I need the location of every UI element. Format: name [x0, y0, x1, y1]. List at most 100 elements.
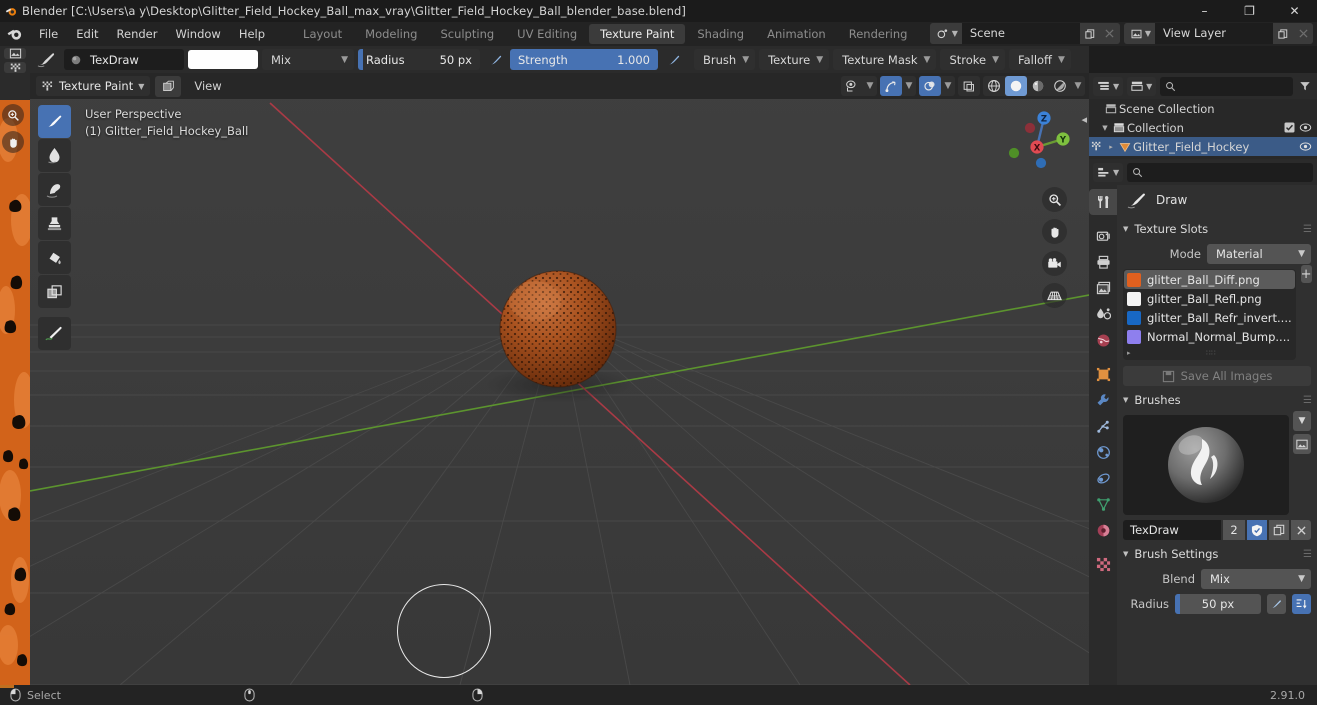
- gizmo-chevron-down-icon[interactable]: ▼: [902, 76, 916, 96]
- collapse-triangle-icon[interactable]: ▼: [1123, 225, 1128, 233]
- properties-tab-view-layer[interactable]: [1089, 275, 1117, 301]
- view-layer-name[interactable]: View Layer: [1155, 23, 1273, 44]
- brush-browse-chevron-down-icon[interactable]: ▼: [1293, 411, 1311, 431]
- eye-icon[interactable]: [1297, 141, 1313, 152]
- brushes-section-header[interactable]: ▼ Brushes ☰: [1123, 389, 1312, 411]
- scene-name[interactable]: Scene: [961, 23, 1080, 44]
- hand-icon[interactable]: [1042, 219, 1067, 244]
- tool-annotate[interactable]: [38, 317, 71, 350]
- scene-browse-icon[interactable]: ▼: [929, 23, 962, 44]
- expand-triangle-icon[interactable]: ▼: [1099, 124, 1111, 132]
- paint-mask-icon[interactable]: [155, 75, 182, 97]
- save-all-images-button[interactable]: Save All Images: [1123, 366, 1311, 386]
- image-editor-canvas[interactable]: [0, 100, 30, 685]
- collection-checkbox[interactable]: [1281, 122, 1297, 133]
- brush-name-field[interactable]: TexDraw: [88, 53, 184, 67]
- xray-icon[interactable]: [958, 76, 980, 96]
- properties-tab-data[interactable]: [1089, 491, 1117, 517]
- outliner-display-mode-dropdown[interactable]: ▼: [1127, 76, 1157, 96]
- gizmo-toggle-group[interactable]: ▼: [880, 76, 916, 96]
- texture-slot-item[interactable]: Normal_Normal_Bump....: [1124, 327, 1295, 346]
- menu-render[interactable]: Render: [108, 22, 167, 46]
- menu-file[interactable]: File: [30, 22, 67, 46]
- camera-icon[interactable]: [1042, 251, 1067, 276]
- collapse-triangle-icon[interactable]: ▼: [1123, 396, 1128, 404]
- workspace-tab-shading[interactable]: Shading: [686, 24, 755, 44]
- zoom-icon[interactable]: [2, 104, 24, 126]
- minimize-button[interactable]: –: [1182, 0, 1227, 22]
- viewport-sidebar-collapse-icon[interactable]: ◂: [1081, 113, 1087, 126]
- overlays-toggle-icon[interactable]: [919, 76, 941, 96]
- texture-slot-list[interactable]: glitter_Ball_Diff.png glitter_Ball_Refl.…: [1123, 269, 1296, 360]
- maximize-button[interactable]: ❐: [1227, 0, 1272, 22]
- properties-tab-physics[interactable]: [1089, 439, 1117, 465]
- tool-fill[interactable]: [38, 241, 71, 274]
- properties-tab-texture[interactable]: [1089, 551, 1117, 577]
- brush-color-swatch[interactable]: [188, 50, 258, 69]
- delete-brush-x-icon[interactable]: [1291, 520, 1311, 540]
- close-button[interactable]: ✕: [1272, 0, 1317, 22]
- properties-editor-type-icon[interactable]: ▼: [1093, 162, 1124, 182]
- brush-name-field[interactable]: TexDraw: [1123, 520, 1221, 540]
- eye-icon[interactable]: [1297, 122, 1313, 133]
- tool-draw[interactable]: [38, 105, 71, 138]
- shading-chevron-down-icon[interactable]: ▼: [1071, 76, 1085, 96]
- brush-popover[interactable]: Brush ▼: [694, 49, 756, 70]
- strength-pressure-icon[interactable]: [662, 49, 684, 70]
- add-texture-slot-button[interactable]: +: [1300, 265, 1312, 283]
- workspace-tab-sculpting[interactable]: Sculpting: [429, 24, 505, 44]
- scene-selector[interactable]: ▼ Scene: [929, 23, 1120, 44]
- image-editor-type-icon[interactable]: [4, 48, 26, 59]
- scene-remove-button[interactable]: [1099, 23, 1120, 44]
- duplicate-brush-copy-icon[interactable]: [1269, 520, 1289, 540]
- texture-popover[interactable]: Texture ▼: [759, 49, 830, 70]
- radius-pressure-icon[interactable]: [484, 49, 506, 70]
- expand-triangle-icon[interactable]: ▸: [1127, 349, 1131, 357]
- 3d-viewport[interactable]: User Perspective (1) Glitter_Field_Hocke…: [30, 73, 1089, 685]
- shading-solid-icon[interactable]: [1005, 76, 1027, 96]
- brush-radius-slider[interactable]: 50 px: [1175, 594, 1261, 614]
- radius-unit-toggle-icon[interactable]: [1292, 594, 1311, 614]
- shading-mode-group[interactable]: ▼: [983, 76, 1085, 96]
- properties-search-input[interactable]: [1127, 162, 1313, 182]
- properties-tab-scene[interactable]: [1089, 301, 1117, 327]
- menu-edit[interactable]: Edit: [67, 22, 107, 46]
- properties-tab-output[interactable]: [1089, 249, 1117, 275]
- view-layer-new-button[interactable]: [1273, 23, 1293, 44]
- strength-slider[interactable]: Strength 1.000: [510, 49, 658, 70]
- radius-slider[interactable]: Radius 50 px: [358, 49, 480, 70]
- tool-soften[interactable]: [38, 139, 71, 172]
- properties-tab-modifiers[interactable]: [1089, 387, 1117, 413]
- outliner-search-input[interactable]: [1160, 76, 1293, 96]
- xray-toggle[interactable]: [958, 76, 980, 96]
- texture-slot-item[interactable]: glitter_Ball_Refl.png: [1124, 289, 1295, 308]
- texture-slots-mode-dropdown[interactable]: Material ▼: [1207, 244, 1311, 264]
- brush-preview[interactable]: [1123, 415, 1289, 515]
- stroke-popover[interactable]: Stroke ▼: [940, 49, 1006, 70]
- brush-blend-dropdown[interactable]: Mix ▼: [1201, 569, 1311, 589]
- texture-mask-popover[interactable]: Texture Mask ▼: [833, 49, 937, 70]
- view-layer-browse-icon[interactable]: ▼: [1123, 23, 1155, 44]
- workspace-tab-rendering[interactable]: Rendering: [838, 24, 919, 44]
- outliner-editor-type-icon[interactable]: ▼: [1093, 76, 1124, 96]
- tool-smear[interactable]: [38, 173, 71, 206]
- view-layer-selector[interactable]: ▼ View Layer: [1123, 23, 1313, 44]
- brush-preview-image-icon[interactable]: [1293, 434, 1311, 454]
- properties-tab-tool[interactable]: [1089, 189, 1117, 215]
- workspace-tab-modeling[interactable]: Modeling: [354, 24, 428, 44]
- zoom-icon[interactable]: [1042, 187, 1067, 212]
- brush-user-count[interactable]: 2: [1223, 520, 1245, 540]
- outliner-filter-icon[interactable]: [1297, 80, 1313, 92]
- texture-slots-section-header[interactable]: ▼ Texture Slots ☰: [1123, 218, 1312, 240]
- viewport-canvas[interactable]: [30, 73, 1089, 685]
- outliner-row-scene-collection[interactable]: Scene Collection: [1089, 99, 1317, 118]
- expand-triangle-icon[interactable]: ▸: [1105, 143, 1117, 151]
- list-resize-grip[interactable]: ∷∷: [1206, 349, 1216, 357]
- workspace-tab-animation[interactable]: Animation: [756, 24, 837, 44]
- interaction-mode-dropdown[interactable]: Texture Paint ▼: [36, 76, 151, 96]
- properties-editor[interactable]: ▼ Draw ▼ Texture Slots ☰ Mode Material ▼…: [1089, 159, 1317, 685]
- shading-rendered-icon[interactable]: [1049, 76, 1071, 96]
- shading-material-preview-icon[interactable]: [1027, 76, 1049, 96]
- hand-icon[interactable]: [2, 131, 24, 153]
- image-editor-paint-mode-icon[interactable]: [4, 62, 26, 73]
